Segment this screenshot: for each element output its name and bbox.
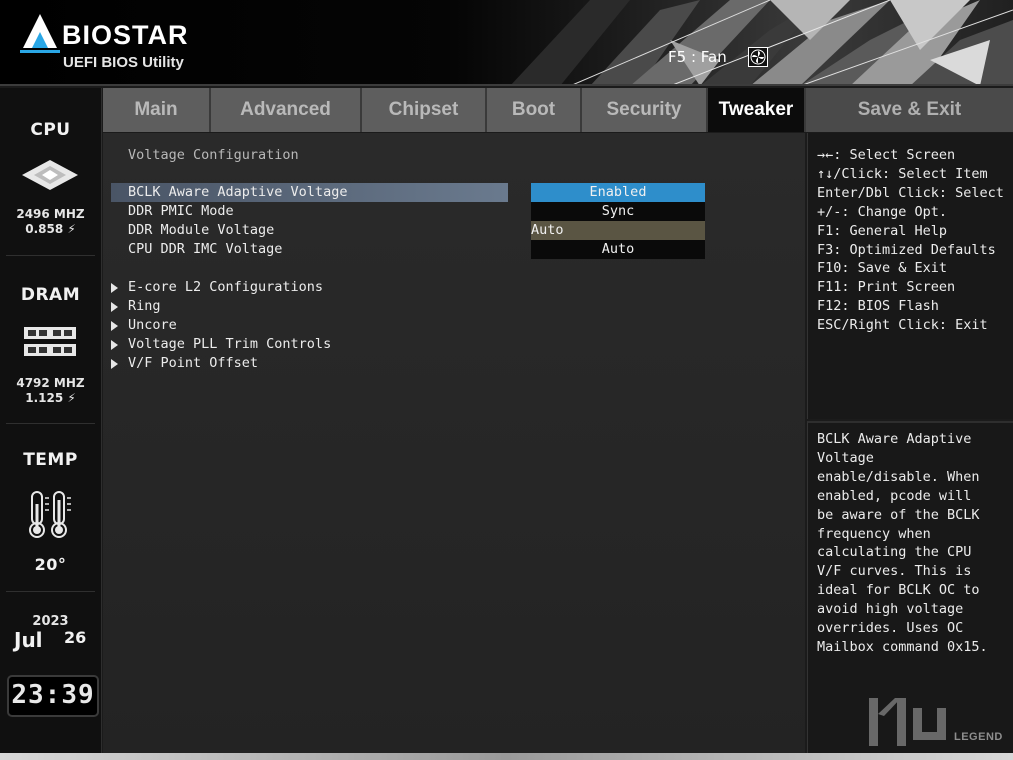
help-text-line: V/F curves. This is <box>817 563 972 579</box>
help-text-line: Voltage <box>817 450 874 466</box>
help-text-line: overrides. Uses OC <box>817 620 964 636</box>
ddr-module-voltage-input[interactable]: Auto <box>531 221 705 240</box>
submenu-label: Ring <box>128 298 161 314</box>
tab-boot[interactable]: Boot <box>487 88 582 132</box>
help-text-line: enabled, pcode will <box>817 488 972 504</box>
header-crystal-art <box>510 0 1013 86</box>
cpu-label: CPU <box>30 120 71 140</box>
submenu-uncore[interactable]: Uncore <box>111 316 411 335</box>
bottom-frame-bar <box>0 753 1013 760</box>
option-ddr-pmic-mode[interactable]: DDR PMIC Mode <box>111 202 508 221</box>
clock-display: 23:39 <box>7 675 99 717</box>
date-year: 2023 <box>32 614 69 629</box>
help-text-line: calculating the CPU <box>817 544 972 560</box>
dram-voltage: 1.125 ⚡ <box>25 391 76 405</box>
cpu-chip-icon <box>22 160 78 190</box>
submenu-arrow-icon <box>111 321 118 331</box>
watermark-logo-icon <box>869 698 946 746</box>
fan-icon[interactable] <box>748 47 768 67</box>
submenu-arrow-icon <box>111 283 118 293</box>
submenu-label: Uncore <box>128 317 177 333</box>
help-text-line: enable/disable. When <box>817 469 980 485</box>
status-divider <box>6 591 95 592</box>
brand-name: BIOSTAR <box>62 20 189 50</box>
fan-hotkey-hint[interactable]: F5 : Fan <box>668 48 727 66</box>
bclk-aware-adaptive-voltage-value[interactable]: Enabled <box>531 183 705 202</box>
key-hint-f1: F1: General Help <box>817 223 948 239</box>
option-ddr-module-voltage[interactable]: DDR Module Voltage <box>111 221 508 240</box>
cpu-ddr-imc-voltage-value[interactable]: Auto <box>531 240 705 259</box>
help-text-line: BCLK Aware Adaptive <box>817 431 972 447</box>
submenu-label: Voltage PLL Trim Controls <box>128 336 332 352</box>
key-hint-select-item: ↑↓/Click: Select Item <box>817 166 988 182</box>
tab-advanced[interactable]: Advanced <box>211 88 362 132</box>
help-text-line: avoid high voltage <box>817 601 964 617</box>
section-title: Voltage Configuration <box>128 147 299 163</box>
tab-security[interactable]: Security <box>582 88 708 132</box>
submenu-ring[interactable]: Ring <box>111 297 411 316</box>
temperature-value: 20° <box>34 555 67 574</box>
key-hint-f12: F12: BIOS Flash <box>817 298 939 314</box>
tab-tweaker[interactable]: Tweaker <box>708 88 806 132</box>
date-day: 26 <box>64 628 87 647</box>
submenu-arrow-icon <box>111 340 118 350</box>
key-hint-f3: F3: Optimized Defaults <box>817 242 996 258</box>
key-hint-f11: F11: Print Screen <box>817 279 956 295</box>
date-month: Jul <box>14 628 43 652</box>
help-text-line: frequency when <box>817 526 931 542</box>
temp-label: TEMP <box>23 450 78 470</box>
main-content: Voltage Configuration BCLK Aware Adaptiv… <box>103 133 805 753</box>
submenu-arrow-icon <box>111 359 118 369</box>
help-text-line: ideal for BCLK OC to <box>817 582 980 598</box>
submenu-label: V/F Point Offset <box>128 355 259 371</box>
submenu-voltage-pll-trim-controls[interactable]: Voltage PLL Trim Controls <box>111 335 411 354</box>
header: BIOSTAR UEFI BIOS Utility F5 : Fan <box>0 0 1013 86</box>
system-status-panel: CPU 2496 MHZ 0.858 ⚡ DRAM 4792 MHZ 1.125… <box>0 88 102 756</box>
option-bclk-aware-adaptive-voltage[interactable]: BCLK Aware Adaptive Voltage <box>111 183 508 202</box>
clock-time: 23:39 <box>11 680 95 710</box>
dram-frequency: 4792 MHZ <box>16 376 85 390</box>
option-label: BCLK Aware Adaptive Voltage <box>128 184 348 200</box>
key-hint-change-opt: +/-: Change Opt. <box>817 204 948 220</box>
thermometer-icon <box>29 491 71 538</box>
submenu-label: E-core L2 Configurations <box>128 279 324 295</box>
option-label: DDR Module Voltage <box>128 222 275 238</box>
watermark-text: LEGEND <box>954 731 1003 743</box>
tab-bar: Main Advanced Chipset Boot Security Twea… <box>103 88 1013 132</box>
key-hint-f10: F10: Save & Exit <box>817 260 948 276</box>
tab-chipset[interactable]: Chipset <box>362 88 487 132</box>
help-text-line: be aware of the BCLK <box>817 507 980 523</box>
option-label: CPU DDR IMC Voltage <box>128 241 283 257</box>
key-hint-select-screen: →←: Select Screen <box>817 147 956 163</box>
tab-main[interactable]: Main <box>103 88 211 132</box>
key-hint-esc: ESC/Right Click: Exit <box>817 317 988 333</box>
ddr-pmic-mode-value[interactable]: Sync <box>531 202 705 221</box>
status-divider <box>6 423 95 424</box>
key-hint-enter: Enter/Dbl Click: Select <box>817 185 1004 201</box>
submenu-vf-point-offset[interactable]: V/F Point Offset <box>111 354 411 373</box>
cpu-voltage: 0.858 ⚡ <box>25 222 76 236</box>
cpu-frequency: 2496 MHZ <box>16 207 85 221</box>
status-divider <box>6 255 95 256</box>
submenu-arrow-icon <box>111 302 118 312</box>
bios-subtitle: UEFI BIOS Utility <box>63 54 184 71</box>
submenu-e-core-l2-configurations[interactable]: E-core L2 Configurations <box>111 278 411 297</box>
header-divider <box>0 84 1013 86</box>
option-cpu-ddr-imc-voltage[interactable]: CPU DDR IMC Voltage <box>111 240 508 259</box>
dram-label: DRAM <box>20 285 81 305</box>
help-text-line: Mailbox command 0x15. <box>817 639 988 655</box>
dram-module-icon <box>24 327 76 356</box>
option-label: DDR PMIC Mode <box>128 203 234 219</box>
key-help-panel: →←: Select Screen ↑↓/Click: Select Item … <box>807 133 1013 419</box>
tab-save-exit[interactable]: Save & Exit <box>806 88 1013 132</box>
